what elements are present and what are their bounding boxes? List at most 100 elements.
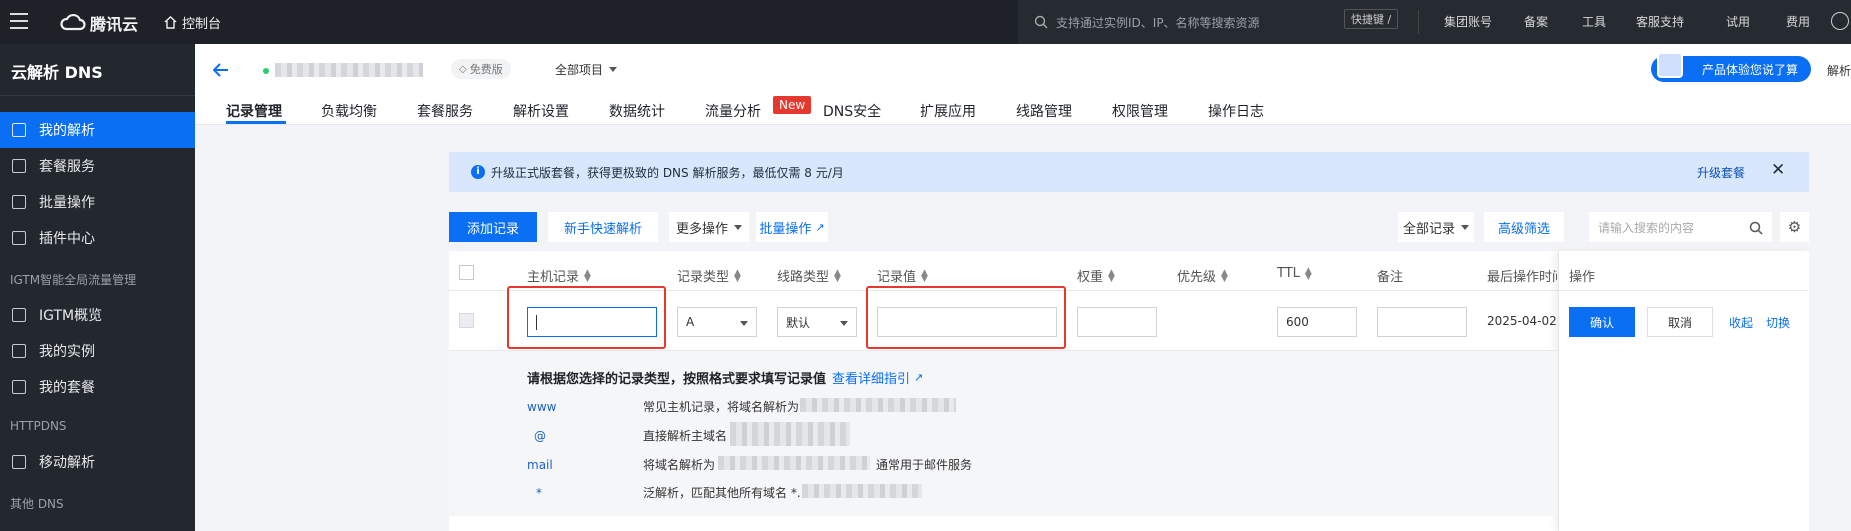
back-arrow-icon[interactable] — [213, 63, 229, 77]
banner-text: 升级正式版套餐，获得更极致的 DNS 解析服务，最低仅需 8 元/月 — [491, 166, 844, 180]
top-right-area: 支持通过实例ID、IP、名称等搜索资源 快捷键 / 集团账号 备案 工具 客服支… — [1018, 0, 1851, 44]
filing-link[interactable]: 备案 — [1524, 13, 1548, 30]
redacted-value — [718, 456, 870, 470]
upgrade-package-link[interactable]: 升级套餐 — [1697, 164, 1745, 181]
header-line-type[interactable]: 线路类型 ▲ ▼ — [777, 266, 841, 285]
sidebar-item-instances[interactable]: 我的实例 — [0, 333, 195, 369]
record-search-input[interactable]: 请输入搜索的内容 — [1589, 212, 1772, 242]
sort-icon[interactable]: ▲ ▼ — [1305, 266, 1312, 281]
example-desc-mail: 将域名解析为 — [643, 458, 716, 472]
console-link[interactable]: 控制台 — [164, 13, 221, 32]
trial-link[interactable]: 试用 — [1726, 13, 1750, 30]
list-icon — [12, 380, 26, 394]
project-select[interactable]: 全部项目 — [555, 61, 618, 78]
weight-input[interactable] — [1077, 307, 1157, 337]
sort-icon[interactable]: ▲ ▼ — [734, 268, 741, 283]
example-mail-suffix: 通常用于邮件服务 — [876, 458, 973, 472]
cloud-logo-icon — [60, 13, 86, 31]
cancel-button[interactable]: 取消 — [1647, 307, 1713, 337]
redacted-value — [730, 422, 850, 446]
record-type-select[interactable]: A — [677, 307, 757, 337]
chevron-down-icon — [1461, 224, 1469, 230]
line-type-select[interactable]: 默认 — [777, 307, 857, 337]
chevron-down-icon — [734, 224, 742, 230]
sort-icon[interactable]: ▲ ▼ — [834, 268, 841, 283]
tab-traffic-analysis[interactable]: 流量分析 — [705, 101, 761, 125]
sort-icon[interactable]: ▲ ▼ — [1108, 268, 1115, 283]
switch-link[interactable]: 切换 — [1766, 314, 1790, 331]
sort-icon[interactable]: ▲ ▼ — [584, 268, 591, 283]
divider — [0, 95, 195, 96]
divider — [449, 350, 1557, 351]
shortcut-key-badge[interactable]: 快捷键 / — [1344, 9, 1399, 29]
sidebar-item-my-dns[interactable]: 我的解析 — [0, 112, 195, 148]
collapse-link[interactable]: 收起 — [1729, 314, 1753, 331]
menu-icon[interactable] — [10, 13, 28, 29]
select-all-checkbox[interactable] — [459, 265, 474, 280]
sidebar-item-batch[interactable]: 批量操作 — [0, 184, 195, 220]
close-icon[interactable]: ✕ — [1771, 160, 1785, 180]
example-desc-wildcard: 泛解析，匹配其他所有域名 *. — [643, 486, 801, 500]
guide-detail-link[interactable]: 查看详细指引 — [832, 368, 910, 387]
batch-operation-link[interactable]: 批量操作 ↗ — [756, 212, 828, 242]
sidebar-item-plugins[interactable]: 插件中心 — [0, 220, 195, 256]
header-ttl[interactable]: TTL ▲ ▼ — [1277, 266, 1312, 281]
tab-line-management[interactable]: 线路管理 — [1016, 101, 1072, 125]
support-link[interactable]: 客服支持 — [1636, 13, 1684, 30]
tab-operation-log[interactable]: 操作日志 — [1208, 101, 1264, 125]
tab-extensions[interactable]: 扩展应用 — [920, 101, 976, 125]
host-record-input[interactable] — [527, 307, 657, 337]
advanced-filter-button[interactable]: 高级筛选 — [1484, 212, 1564, 242]
sidebar: 云解析 DNS 我的解析 套餐服务 批量操作 插件中心 IGTM智能全局流量管理… — [0, 44, 195, 531]
row-checkbox[interactable] — [459, 313, 474, 328]
ttl-input[interactable]: 600 — [1277, 307, 1357, 337]
sort-icon[interactable]: ▲ ▼ — [921, 268, 928, 283]
more-actions-dropdown[interactable]: 更多操作 — [669, 212, 749, 242]
example-key-at: @ — [534, 429, 546, 443]
external-link-icon: ↗ — [914, 371, 924, 384]
header-weight[interactable]: 权重 ▲ ▼ — [1077, 266, 1115, 285]
header-host-record[interactable]: 主机记录 ▲ ▼ — [527, 266, 591, 285]
record-filter-dropdown[interactable]: 全部记录 — [1398, 212, 1474, 242]
new-badge: New — [773, 96, 812, 114]
record-value-input[interactable] — [877, 307, 1057, 337]
settings-gear-icon[interactable]: ⚙ — [1780, 212, 1809, 242]
tab-permissions[interactable]: 权限管理 — [1112, 101, 1168, 125]
external-link-icon: ↗ — [815, 220, 825, 234]
batch-icon — [12, 195, 26, 209]
diamond-icon: ◇ — [459, 63, 467, 75]
operations-column — [1558, 251, 1809, 531]
confirm-button[interactable]: 确认 — [1569, 307, 1635, 337]
home-icon — [164, 16, 177, 29]
sidebar-item-mobile-dns[interactable]: 移动解析 — [0, 444, 195, 480]
chart-icon — [12, 455, 26, 469]
tencent-cloud-logo[interactable]: 腾讯云 — [60, 11, 138, 35]
upgrade-banner: i 升级正式版套餐，获得更极致的 DNS 解析服务，最低仅需 8 元/月 升级套… — [449, 152, 1809, 192]
tab-dns-security[interactable]: DNS安全 — [823, 101, 881, 125]
sort-icon[interactable]: ▲ ▼ — [1221, 268, 1228, 283]
sidebar-item-my-packages[interactable]: 我的套餐 — [0, 369, 195, 405]
user-avatar-icon[interactable] — [1831, 12, 1849, 30]
sidebar-item-packages[interactable]: 套餐服务 — [0, 148, 195, 184]
remark-input[interactable] — [1377, 307, 1467, 337]
tab-packages[interactable]: 套餐服务 — [417, 101, 473, 125]
quick-setup-button[interactable]: 新手快速解析 — [548, 212, 658, 242]
chevron-down-icon — [840, 321, 848, 326]
example-key-wildcard: * — [536, 486, 542, 500]
tab-load-balancing[interactable]: 负载均衡 — [321, 101, 377, 125]
tab-statistics[interactable]: 数据统计 — [609, 101, 665, 125]
header-record-value[interactable]: 记录值 ▲ ▼ — [877, 266, 928, 285]
add-record-button[interactable]: 添加记录 — [449, 212, 537, 242]
guide-title: 请根据您选择的记录类型，按照格式要求填写记录值 — [527, 372, 827, 387]
tools-link[interactable]: 工具 — [1582, 13, 1606, 30]
redacted-value — [802, 484, 922, 498]
search-icon[interactable] — [1749, 221, 1763, 235]
header-record-type[interactable]: 记录类型 ▲ ▼ — [677, 266, 741, 285]
truncated-link[interactable]: 解析 — [1827, 62, 1851, 79]
sidebar-item-igtm-overview[interactable]: IGTM概览 — [0, 297, 195, 333]
billing-link[interactable]: 费用 — [1786, 13, 1810, 30]
example-desc-at: 直接解析主域名 — [643, 429, 728, 443]
group-account-link[interactable]: 集团账号 — [1444, 13, 1492, 30]
tab-dns-settings[interactable]: 解析设置 — [513, 101, 569, 125]
header-priority[interactable]: 优先级 ▲ ▼ — [1177, 266, 1228, 285]
